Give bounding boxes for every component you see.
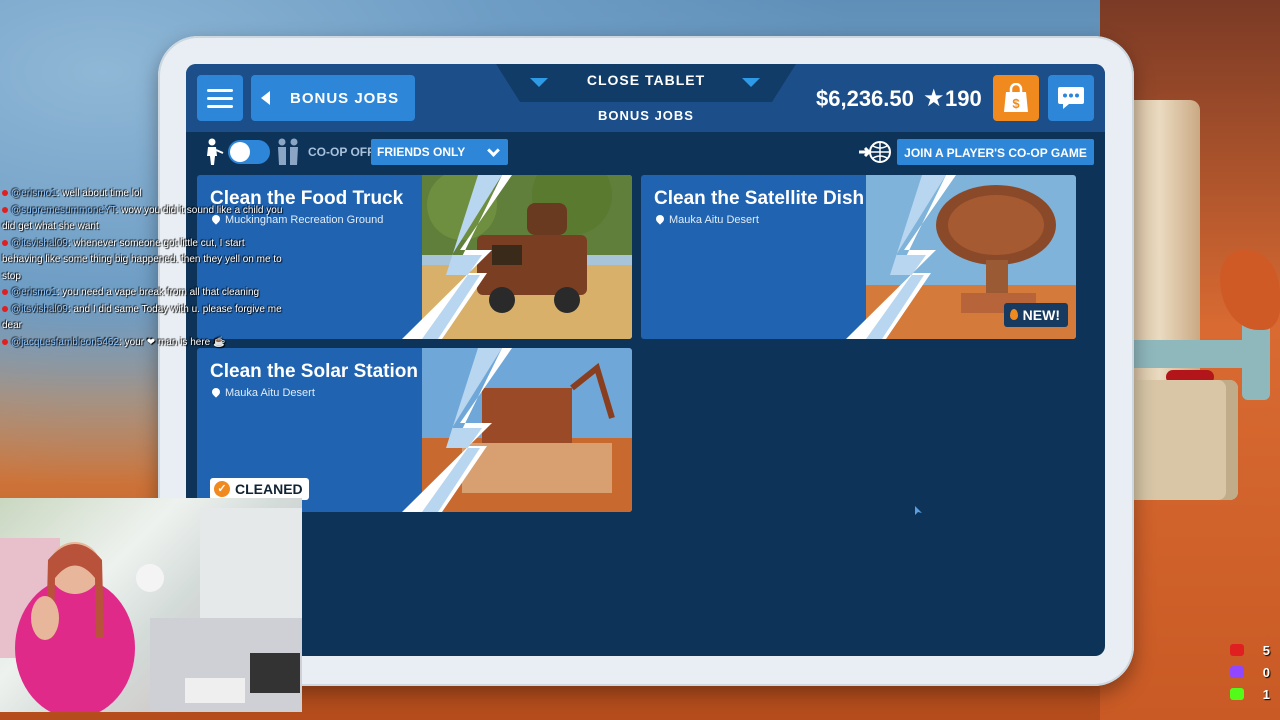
- chat-button[interactable]: [1048, 75, 1094, 121]
- chat-message: @supremesummoneYT: wow you did it sound …: [2, 204, 283, 232]
- chat-message: @erismo1: you need a vape break from all…: [2, 285, 287, 302]
- youtube-icon: [1230, 644, 1244, 656]
- top-bar: BONUS JOBS CLOSE TABLET BONUS JOBS $6,23…: [186, 64, 1105, 132]
- back-button[interactable]: BONUS JOBS: [251, 75, 415, 121]
- back-button-label: BONUS JOBS: [290, 89, 400, 107]
- youtube-icon: [2, 190, 8, 196]
- svg-text:$: $: [1012, 96, 1020, 111]
- location-pin-icon: [210, 386, 222, 398]
- chat-message: @jacquesfambleon5462: your ❤ man is here…: [2, 335, 287, 352]
- chevron-down-icon: [530, 78, 548, 87]
- new-badge: NEW!: [1003, 303, 1068, 327]
- stream-counters: 5 0 1: [1230, 640, 1270, 706]
- star-icon: ★: [923, 85, 945, 112]
- mouse-cursor-icon: [915, 506, 922, 515]
- coop-status-label: CO-OP OFF: [308, 145, 375, 159]
- chat-bubble-icon: [1058, 87, 1084, 109]
- youtube-icon: [2, 305, 8, 312]
- job-location: Mauka Aitu Desert: [210, 386, 315, 399]
- job-card-solar-station[interactable]: Clean the Solar Station Mauka Aitu Deser…: [197, 348, 632, 512]
- counter-youtube: 5: [1230, 640, 1270, 660]
- chevron-down-icon: [742, 78, 760, 87]
- chat-message: @itsvishal09: whenever someone got littl…: [2, 237, 282, 282]
- hamburger-icon: [207, 88, 233, 92]
- shopping-bag-icon: $: [1004, 83, 1028, 112]
- chat-message: @itsvishal09: and I did same Today with …: [2, 303, 282, 331]
- stream-chat-overlay: @erismo1: well about time lol @supremesu…: [2, 186, 287, 351]
- webcam-overlay: [0, 498, 302, 712]
- star-count: 190: [945, 86, 982, 111]
- coop-players-icon: [278, 138, 298, 165]
- globe-icon: [859, 141, 891, 163]
- job-title: Clean the Satellite Dish: [654, 188, 865, 209]
- counter-kick: 1: [1230, 684, 1270, 704]
- coop-toggle[interactable]: [228, 140, 270, 164]
- youtube-icon: [2, 289, 8, 295]
- counter-twitch: 0: [1230, 662, 1270, 682]
- location-pin-icon: [654, 213, 666, 225]
- tablet-screen: BONUS JOBS CLOSE TABLET BONUS JOBS $6,23…: [186, 64, 1105, 656]
- generator-box: [1120, 380, 1238, 500]
- twitch-icon: [1230, 666, 1244, 678]
- lightning-bolt-icon: [402, 348, 512, 512]
- job-title: Clean the Solar Station: [210, 361, 418, 382]
- youtube-icon: [2, 338, 8, 345]
- youtube-icon: [2, 239, 8, 246]
- drop-icon: [1009, 309, 1018, 320]
- youtube-icon: [2, 206, 8, 213]
- join-coop-button[interactable]: JOIN A PLAYER'S CO-OP GAME: [897, 139, 1094, 165]
- pipe: [1120, 340, 1260, 368]
- menu-button[interactable]: [197, 75, 243, 121]
- single-player-icon: [207, 138, 224, 165]
- cleaned-badge: ✓ CLEANED: [210, 478, 309, 500]
- streamer-webcam-image: [0, 508, 302, 712]
- page-title: BONUS JOBS: [598, 108, 694, 123]
- chevron-down-icon: [487, 144, 500, 157]
- money-balance: $6,236.50: [816, 86, 914, 111]
- kick-icon: [1230, 688, 1244, 700]
- back-arrow-icon: [261, 91, 270, 105]
- checkmark-icon: ✓: [214, 481, 230, 497]
- close-tablet-button[interactable]: CLOSE TABLET: [576, 72, 716, 88]
- coop-filter-bar: CO-OP OFF FRIENDS ONLY JOIN A PLAYER'S C…: [186, 132, 1105, 174]
- shop-button[interactable]: $: [993, 75, 1039, 121]
- chat-message: @erismo1: well about time lol: [2, 186, 287, 203]
- job-card-satellite-dish[interactable]: Clean the Satellite Dish Mauka Aitu Dese…: [641, 175, 1076, 339]
- job-location: Mauka Aitu Desert: [654, 213, 759, 226]
- visibility-value: FRIENDS ONLY: [377, 145, 466, 159]
- toggle-knob: [230, 142, 250, 162]
- visibility-dropdown[interactable]: FRIENDS ONLY: [371, 139, 508, 165]
- lightning-bolt-icon: [402, 175, 512, 339]
